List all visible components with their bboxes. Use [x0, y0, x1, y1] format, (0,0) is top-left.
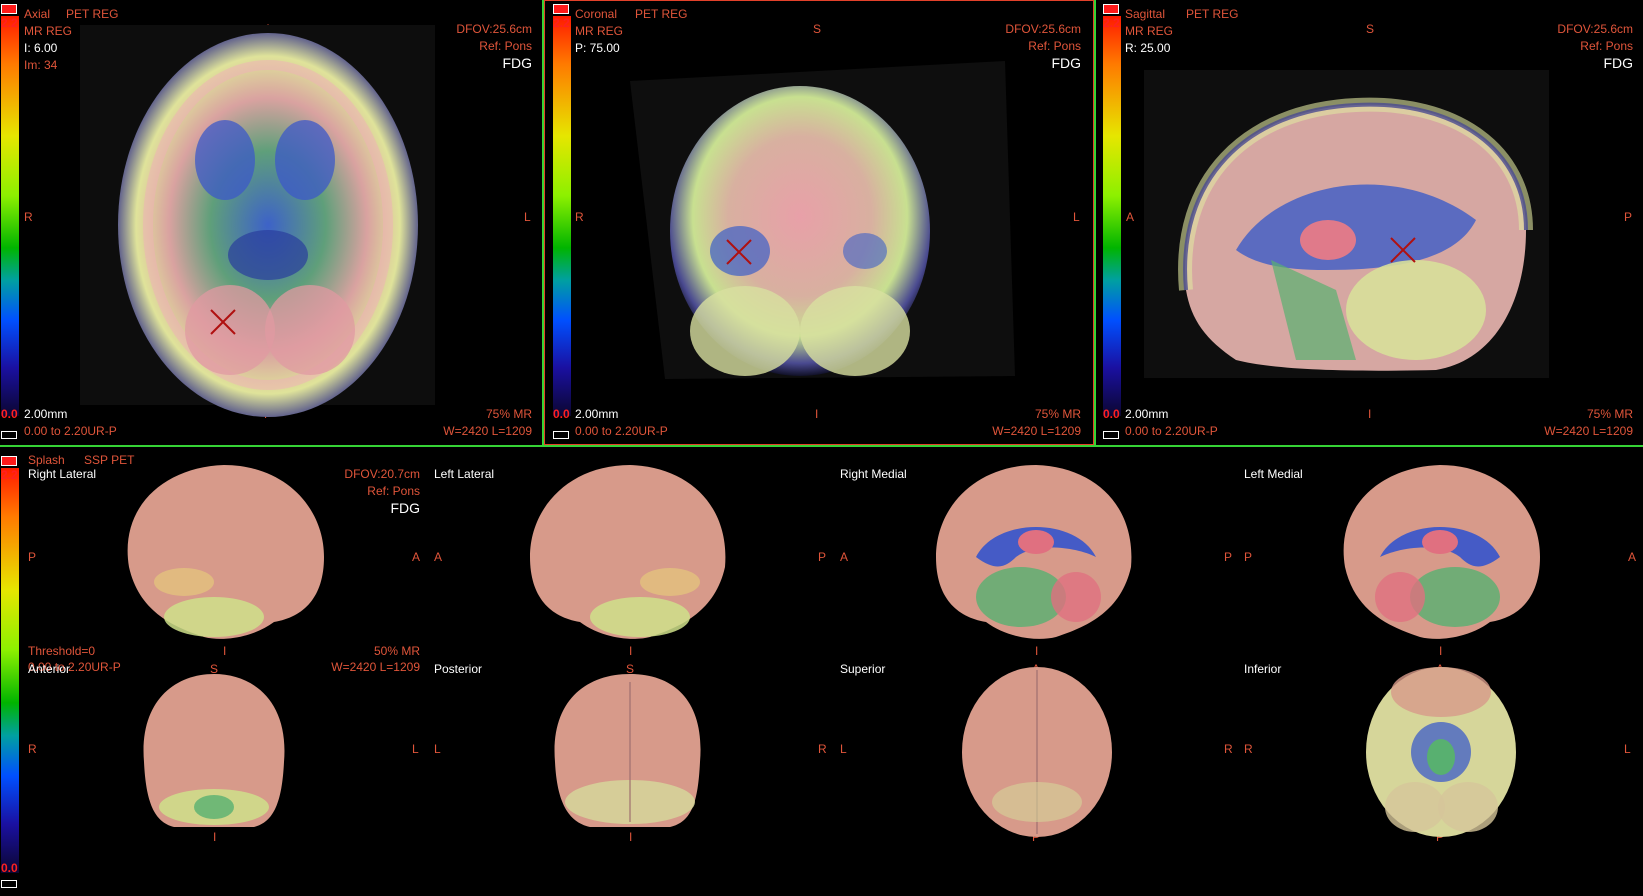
coronal-brain-image	[630, 61, 1015, 379]
brain-render	[530, 465, 726, 639]
scale-max: 2.2	[1, 468, 18, 482]
colorbar	[1, 468, 19, 873]
view-anterior[interactable]: Anterior S I R L	[24, 662, 424, 892]
brain-render	[1343, 465, 1540, 639]
view-right-lateral[interactable]: Right Lateral S I P A	[24, 447, 424, 667]
brain-render	[143, 674, 285, 827]
colorbar-bottom-swatch	[1, 880, 17, 888]
brain-render	[554, 674, 701, 827]
ssp-viewport[interactable]: 2.2 0.0 Splash SSP PET DFOV:20.7cm Ref: …	[0, 447, 1643, 896]
colorbar-top-swatch	[1, 456, 17, 466]
sagittal-viewport[interactable]: 2.2 0.0 Sagittal PET REG MR REG R: 25.00…	[1096, 0, 1643, 445]
scale-min: 0.0	[1, 861, 18, 875]
brain-render	[936, 465, 1132, 639]
view-superior[interactable]: Superior A P L R	[836, 662, 1236, 892]
sagittal-brain-image	[1144, 70, 1549, 378]
brain-render	[1366, 667, 1516, 837]
axial-viewport[interactable]: 2.2 0.0 Axial PET REG MR REG I: 6.00 Im:…	[0, 0, 542, 445]
view-posterior[interactable]: Posterior S I L R	[430, 662, 830, 892]
brain-render	[127, 465, 325, 639]
view-inferior[interactable]: Inferior A P R L	[1240, 662, 1640, 892]
view-left-lateral[interactable]: Left Lateral S I A P	[430, 447, 830, 667]
view-right-medial[interactable]: Right Medial S I A P	[836, 447, 1236, 667]
axial-brain-image	[80, 25, 435, 417]
brain-render	[962, 667, 1112, 837]
coronal-viewport[interactable]: 2.2 0.0 Coronal PET REG MR REG P: 75.00 …	[545, 1, 1091, 442]
view-left-medial[interactable]: Left Medial S I P A	[1240, 447, 1640, 667]
